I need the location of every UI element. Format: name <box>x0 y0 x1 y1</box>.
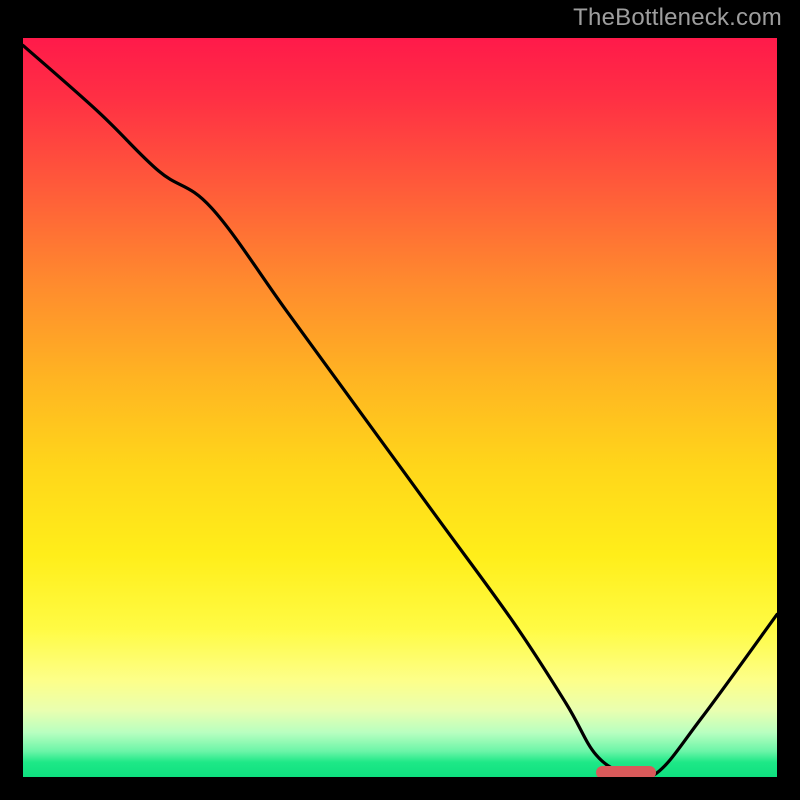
plot-area <box>23 38 777 777</box>
bottleneck-curve <box>23 45 777 777</box>
curve-svg <box>23 38 777 777</box>
watermark-text: TheBottleneck.com <box>573 4 782 32</box>
optimal-range-marker <box>596 766 656 777</box>
chart-frame <box>15 30 785 785</box>
